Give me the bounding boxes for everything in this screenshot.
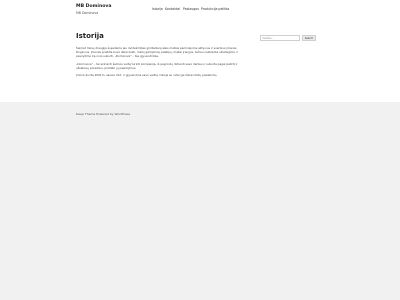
nav-item-kontaktai[interactable]: Kontaktai: [165, 7, 180, 11]
nav-item-produkcija[interactable]: Produkcija pelitka: [201, 7, 229, 11]
main-content-area: Istorija Šiemet mūsų draugija švęsdama j…: [0, 22, 400, 102]
article-paragraph: Įmonė įkurta 2001m. sausio 21d. ir įgyve…: [76, 73, 218, 78]
site-header: MB Dominova MB Dominova Istorija Kontakt…: [0, 0, 400, 22]
article: Istorija Šiemet mūsų draugija švęsdama j…: [76, 32, 248, 81]
search-input[interactable]: Paieška...: [260, 35, 300, 41]
nav-item-paslaugos[interactable]: Paslaugos: [183, 7, 199, 11]
page-title: Istorija: [76, 32, 104, 40]
article-paragraph: Šiemet mūsų draugija švęsdama jau dvideš…: [76, 46, 238, 59]
site-title[interactable]: MB Dominova: [76, 4, 112, 9]
footer-credits: Deep Theme Powered by WordPress: [76, 112, 131, 116]
article-paragraph: „Dominova“ – tai skirianti šeimos vertę …: [76, 61, 238, 70]
search-button[interactable]: Search: [302, 35, 316, 41]
nav-item-istorija[interactable]: Istorija: [152, 7, 163, 11]
site-description: MB Dominova: [76, 11, 99, 15]
